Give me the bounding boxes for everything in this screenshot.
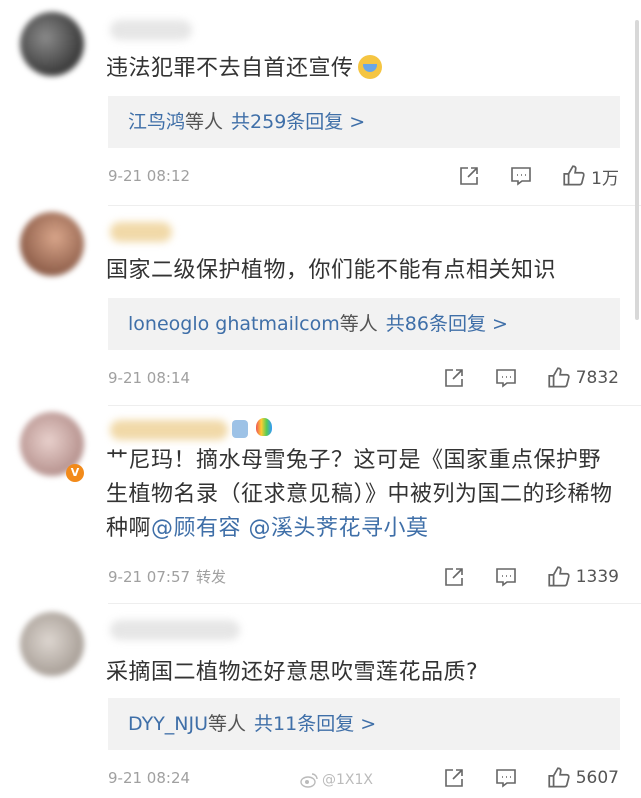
watermark-text: @1X1X (322, 772, 373, 788)
username[interactable] (110, 20, 192, 40)
share-button[interactable] (442, 766, 466, 790)
forward-link[interactable]: 转发 (196, 568, 226, 586)
replies-summary[interactable]: 江鸟鸿等人 共259条回复 > (108, 96, 620, 148)
member-badge-icon (232, 420, 248, 438)
timestamp: 9-21 08:14 (108, 368, 190, 388)
weibo-logo-icon (300, 773, 318, 788)
comment-text: 采摘国二植物还好意思吹雪莲花品质? (106, 660, 479, 685)
reply-others-label: 等人 (185, 111, 224, 133)
reply-count[interactable]: 共11条回复 (254, 713, 354, 735)
reply-count[interactable]: 共86条回复 (386, 313, 486, 335)
reply-user-names[interactable]: loneoglo ghatmailcom (128, 313, 340, 335)
comment-button[interactable] (509, 164, 533, 188)
like-button[interactable]: 1339 (546, 564, 619, 590)
comment-text: 违法犯罪不去自首还宣传 (106, 52, 617, 86)
timestamp: 9-21 07:57 转发 (108, 567, 226, 587)
reply-user-names[interactable]: 江鸟鸿 (128, 111, 185, 133)
share-button[interactable] (442, 565, 466, 589)
reply-others-label: 等人 (208, 713, 247, 735)
timestamp-text: 9-21 08:14 (108, 369, 191, 387)
like-button[interactable]: 5607 (546, 765, 619, 791)
username[interactable] (110, 620, 240, 640)
comment-text: 艹尼玛！摘水母雪兔子？这可是《国家重点保护野生植物名录（征求意见稿）》中被列为国… (106, 444, 616, 546)
like-icon (548, 566, 570, 587)
divider (108, 405, 641, 406)
watermark: @1X1X (300, 772, 373, 788)
share-icon (460, 167, 478, 185)
comment-actions: 7832 (442, 363, 619, 393)
avatar[interactable] (20, 212, 84, 276)
comment-icon (495, 769, 516, 788)
replies-summary[interactable]: loneoglo ghatmailcom等人 共86条回复 > (108, 298, 620, 350)
comment-actions: 5607 (442, 763, 619, 793)
username[interactable] (110, 420, 228, 440)
share-icon (444, 568, 463, 586)
chevron-right-icon: > (360, 713, 377, 735)
timestamp-text: 9-21 08:24 (108, 769, 191, 787)
share-icon (444, 369, 463, 387)
like-button[interactable]: 1万 (561, 163, 619, 189)
comment-text-content: 违法犯罪不去自首还宣传 (106, 56, 354, 81)
comment-icon (495, 369, 516, 388)
share-button[interactable] (457, 164, 481, 188)
avatar[interactable] (20, 612, 84, 676)
like-icon (563, 165, 585, 186)
comment-actions: 1339 (442, 562, 619, 592)
timestamp: 9-21 08:12 (108, 166, 190, 186)
share-icon (444, 769, 463, 787)
balloon-badge-icon (256, 418, 272, 436)
like-icon (548, 767, 570, 788)
like-icon (548, 367, 570, 388)
like-count: 5607 (575, 768, 619, 788)
verified-badge: V (66, 464, 84, 482)
divider (108, 603, 641, 604)
timestamp: 9-21 08:24 (108, 768, 190, 788)
timestamp-text: 9-21 08:12 (108, 167, 191, 185)
comment-button[interactable] (494, 766, 518, 790)
avatar[interactable] (20, 12, 84, 76)
divider (108, 205, 641, 206)
scrollbar[interactable] (635, 20, 639, 320)
like-button[interactable]: 7832 (546, 365, 619, 391)
chevron-right-icon: > (491, 313, 508, 335)
mention-link[interactable]: @溪头荠花寻小莫 (249, 516, 429, 541)
replies-summary[interactable]: DYY_NJU等人 共11条回复 > (108, 698, 620, 750)
like-count: 7832 (575, 368, 619, 388)
comment-button[interactable] (494, 565, 518, 589)
comment-actions: 1万 (457, 161, 619, 191)
reply-user-names[interactable]: DYY_NJU (128, 713, 208, 735)
comment-text: 国家二级保护植物，你们能不能有点相关知识 (106, 258, 557, 283)
mention-link[interactable]: @顾有容 (151, 516, 241, 541)
crying-emoji-icon (357, 55, 382, 79)
timestamp-text: 9-21 07:57 (108, 568, 191, 586)
username[interactable] (110, 222, 172, 242)
reply-others-label: 等人 (339, 313, 378, 335)
share-button[interactable] (442, 366, 466, 390)
like-count: 1339 (575, 567, 619, 587)
chevron-right-icon: > (349, 111, 366, 133)
comment-icon (511, 167, 531, 186)
comment-icon (495, 568, 516, 587)
comment-button[interactable] (494, 366, 518, 390)
like-count: 1万 (591, 168, 619, 189)
reply-count[interactable]: 共259条回复 (231, 111, 343, 133)
